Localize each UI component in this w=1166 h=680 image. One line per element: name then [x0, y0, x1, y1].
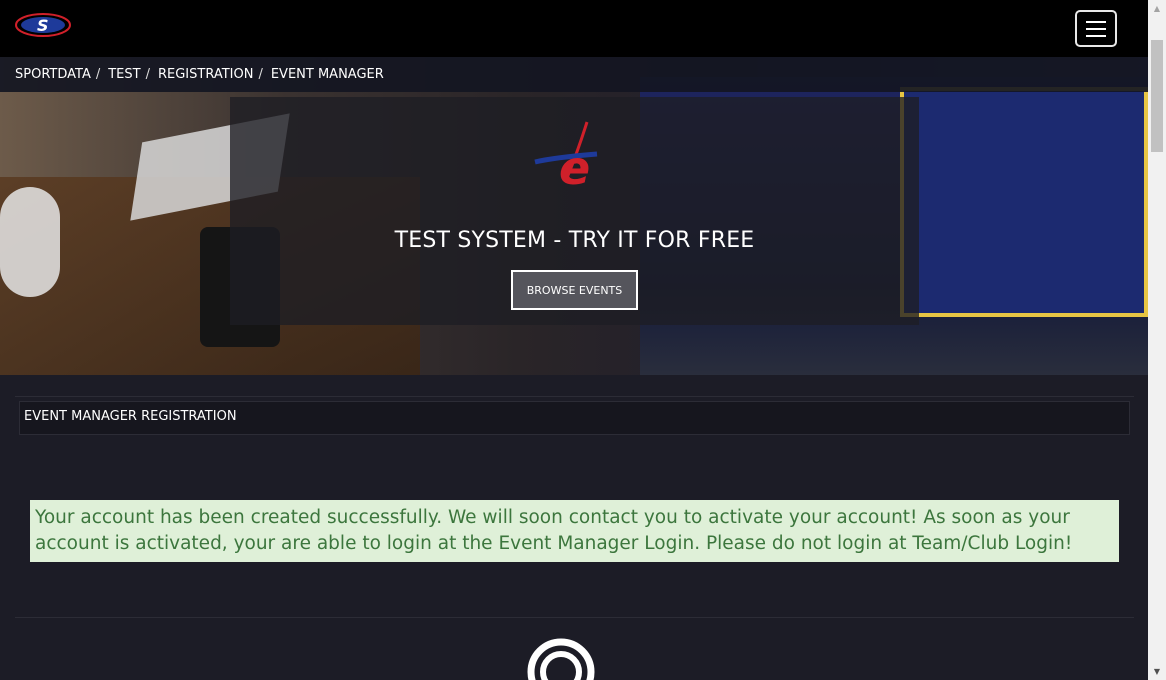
scroll-up-arrow-icon[interactable]: ▲: [1148, 0, 1166, 17]
menu-toggle-button[interactable]: [1075, 10, 1117, 47]
footer-logo-icon: [520, 630, 602, 680]
panel-title: EVENT MANAGER REGISTRATION: [19, 401, 1130, 435]
breadcrumb-item-registration[interactable]: REGISTRATION: [158, 67, 253, 82]
sportdata-logo[interactable]: S: [14, 10, 72, 40]
svg-text:e: e: [559, 141, 590, 192]
success-alert: Your account has been created successful…: [30, 500, 1119, 562]
hamburger-menu-icon: [1086, 35, 1106, 37]
section-divider: [15, 617, 1134, 618]
browse-events-button[interactable]: BROWSE EVENTS: [511, 270, 638, 310]
breadcrumb: SPORTDATA / TEST / REGISTRATION / EVENT MAN…: [0, 57, 1148, 92]
page-scrollbar[interactable]: ▲ ▼: [1148, 0, 1166, 680]
breadcrumb-separator: /: [95, 67, 101, 82]
breadcrumb-item-sportdata[interactable]: SPORTDATA: [15, 67, 91, 82]
hero-image-mouse: [0, 187, 60, 297]
breadcrumb-item-event-manager: EVENT MANAGER: [270, 67, 384, 82]
hero-title: TEST SYSTEM - TRY IT FOR FREE: [394, 228, 755, 253]
scroll-down-arrow-icon[interactable]: ▼: [1148, 663, 1166, 680]
hero-image-screen: [900, 87, 1148, 317]
sportdata-event-logo: e: [527, 118, 622, 195]
scrollbar-thumb[interactable]: [1151, 40, 1163, 152]
top-navbar: S: [0, 0, 1148, 57]
hamburger-menu-icon: [1086, 28, 1106, 30]
svg-text:S: S: [37, 16, 49, 35]
hamburger-menu-icon: [1086, 21, 1106, 23]
breadcrumb-separator: /: [258, 67, 263, 82]
section-divider: [15, 396, 1134, 397]
breadcrumb-separator: /: [145, 67, 150, 82]
hero-banner: [0, 57, 1148, 375]
breadcrumb-item-test[interactable]: TEST: [108, 67, 140, 82]
